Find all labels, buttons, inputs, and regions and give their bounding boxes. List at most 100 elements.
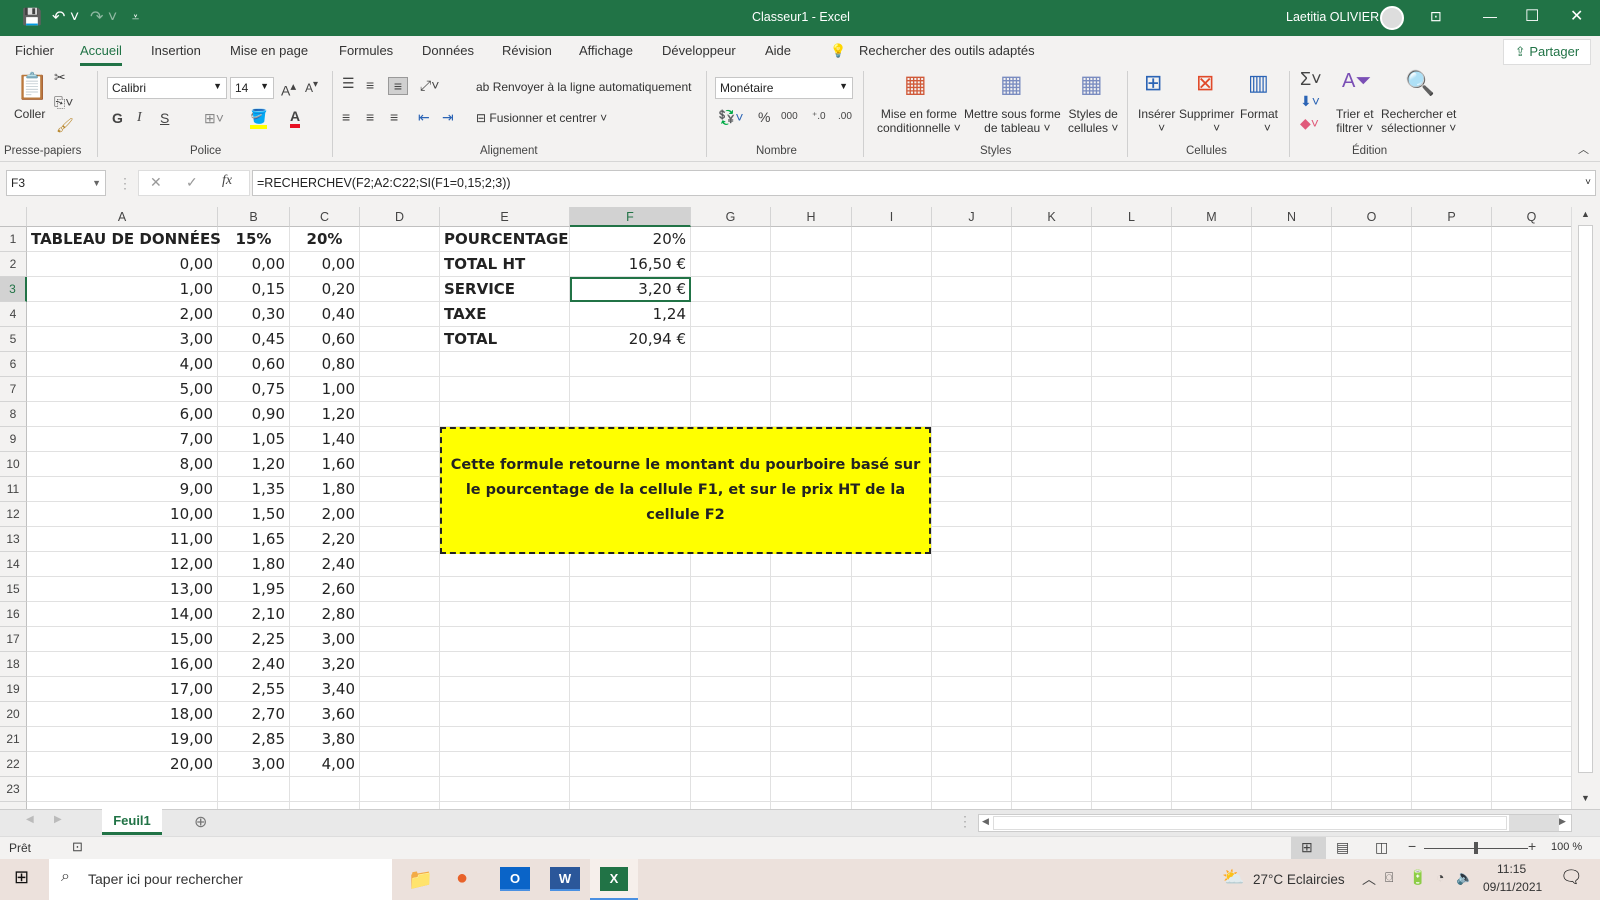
- cell-H8[interactable]: [771, 402, 852, 427]
- decrease-decimal-icon[interactable]: .00: [838, 111, 852, 122]
- cell-H15[interactable]: [771, 577, 852, 602]
- cell-J9[interactable]: [932, 427, 1012, 452]
- cell-B2[interactable]: 0,00: [218, 252, 290, 277]
- cell-H5[interactable]: [771, 327, 852, 352]
- cell-M14[interactable]: [1172, 552, 1252, 577]
- cell-K21[interactable]: [1012, 727, 1092, 752]
- cell-A8[interactable]: 6,00: [27, 402, 218, 427]
- cell-Q2[interactable]: [1492, 252, 1571, 277]
- cell-C18[interactable]: 3,20: [290, 652, 360, 677]
- cell-O1[interactable]: [1332, 227, 1412, 252]
- orientation-icon[interactable]: ⤢˅: [420, 77, 439, 94]
- cell-E18[interactable]: [440, 652, 570, 677]
- cell-M4[interactable]: [1172, 302, 1252, 327]
- cell-M7[interactable]: [1172, 377, 1252, 402]
- cell-C1[interactable]: 20%: [290, 227, 360, 252]
- cell-C21[interactable]: 3,80: [290, 727, 360, 752]
- select-all-corner[interactable]: [0, 207, 27, 227]
- row-header[interactable]: 1: [0, 227, 27, 252]
- cell-J16[interactable]: [932, 602, 1012, 627]
- cancel-icon[interactable]: ✕: [150, 174, 162, 191]
- insert-function-icon[interactable]: fx: [222, 173, 232, 189]
- tab-fichier[interactable]: Fichier: [15, 43, 54, 58]
- cell-F4[interactable]: 1,24: [570, 302, 691, 327]
- cell-J11[interactable]: [932, 477, 1012, 502]
- row-header[interactable]: 17: [0, 627, 27, 652]
- cell-N3[interactable]: [1252, 277, 1332, 302]
- formula-input[interactable]: =RECHERCHEV(F2;A2:C22;SI(F1=0,15;2;3)) ˅: [252, 170, 1596, 196]
- row-header[interactable]: 14: [0, 552, 27, 577]
- cell-I6[interactable]: [852, 352, 932, 377]
- row-header[interactable]: 11: [0, 477, 27, 502]
- row-header[interactable]: 15: [0, 577, 27, 602]
- cell-D22[interactable]: [360, 752, 440, 777]
- cell-K8[interactable]: [1012, 402, 1092, 427]
- cell-P9[interactable]: [1412, 427, 1492, 452]
- cell-C11[interactable]: 1,80: [290, 477, 360, 502]
- cell-E3[interactable]: SERVICE: [440, 277, 570, 302]
- cell-O24[interactable]: [1332, 802, 1412, 809]
- cell-M13[interactable]: [1172, 527, 1252, 552]
- column-header-l[interactable]: L: [1092, 207, 1172, 227]
- cell-O3[interactable]: [1332, 277, 1412, 302]
- cell-Q10[interactable]: [1492, 452, 1571, 477]
- cell-D17[interactable]: [360, 627, 440, 652]
- cell-I15[interactable]: [852, 577, 932, 602]
- cell-O9[interactable]: [1332, 427, 1412, 452]
- cell-M6[interactable]: [1172, 352, 1252, 377]
- cell-G14[interactable]: [691, 552, 771, 577]
- align-middle-icon[interactable]: ≡: [366, 77, 374, 93]
- cell-O4[interactable]: [1332, 302, 1412, 327]
- customize-qat-icon[interactable]: ⩡: [132, 10, 139, 25]
- cell-F24[interactable]: [570, 802, 691, 809]
- cell-E2[interactable]: TOTAL HT: [440, 252, 570, 277]
- sheet-tab-feuil1[interactable]: Feuil1: [102, 809, 162, 835]
- cell-P7[interactable]: [1412, 377, 1492, 402]
- column-header-c[interactable]: C: [290, 207, 360, 227]
- cell-D15[interactable]: [360, 577, 440, 602]
- cell-K7[interactable]: [1012, 377, 1092, 402]
- delete-cells-icon[interactable]: ⊠: [1196, 70, 1214, 96]
- cell-M20[interactable]: [1172, 702, 1252, 727]
- cell-Q16[interactable]: [1492, 602, 1571, 627]
- cell-N10[interactable]: [1252, 452, 1332, 477]
- cell-B22[interactable]: 3,00: [218, 752, 290, 777]
- insert-cells-button[interactable]: Insérer ˅: [1138, 107, 1175, 135]
- cell-Q9[interactable]: [1492, 427, 1571, 452]
- column-header-f[interactable]: F: [570, 207, 691, 227]
- scroll-down-icon[interactable]: ▼: [1581, 793, 1590, 803]
- normal-view-button[interactable]: ⊞: [1291, 837, 1326, 859]
- cell-B21[interactable]: 2,85: [218, 727, 290, 752]
- cell-M10[interactable]: [1172, 452, 1252, 477]
- row-header[interactable]: 13: [0, 527, 27, 552]
- row-header[interactable]: 23: [0, 777, 27, 802]
- cell-F8[interactable]: [570, 402, 691, 427]
- cell-Q22[interactable]: [1492, 752, 1571, 777]
- increase-decimal-icon[interactable]: ⁺.0: [812, 111, 826, 122]
- taskbar-search[interactable]: ⌕ Taper ici pour rechercher: [49, 859, 392, 900]
- cell-B7[interactable]: 0,75: [218, 377, 290, 402]
- cell-C23[interactable]: [290, 777, 360, 802]
- cell-I20[interactable]: [852, 702, 932, 727]
- cell-A17[interactable]: 15,00: [27, 627, 218, 652]
- cell-C17[interactable]: 3,00: [290, 627, 360, 652]
- find-select-icon[interactable]: 🔍: [1405, 69, 1435, 98]
- cell-J6[interactable]: [932, 352, 1012, 377]
- cell-A10[interactable]: 8,00: [27, 452, 218, 477]
- cell-I8[interactable]: [852, 402, 932, 427]
- cell-O15[interactable]: [1332, 577, 1412, 602]
- cell-H7[interactable]: [771, 377, 852, 402]
- cell-E23[interactable]: [440, 777, 570, 802]
- cell-styles-button[interactable]: Styles de cellules ˅: [1068, 107, 1118, 135]
- row-header[interactable]: 2: [0, 252, 27, 277]
- cell-E5[interactable]: TOTAL: [440, 327, 570, 352]
- cell-K19[interactable]: [1012, 677, 1092, 702]
- cell-D24[interactable]: [360, 802, 440, 809]
- cell-N1[interactable]: [1252, 227, 1332, 252]
- cell-Q4[interactable]: [1492, 302, 1571, 327]
- cell-B8[interactable]: 0,90: [218, 402, 290, 427]
- cell-F17[interactable]: [570, 627, 691, 652]
- cell-B3[interactable]: 0,15: [218, 277, 290, 302]
- cell-C5[interactable]: 0,60: [290, 327, 360, 352]
- name-box[interactable]: F3 ▼: [6, 170, 106, 196]
